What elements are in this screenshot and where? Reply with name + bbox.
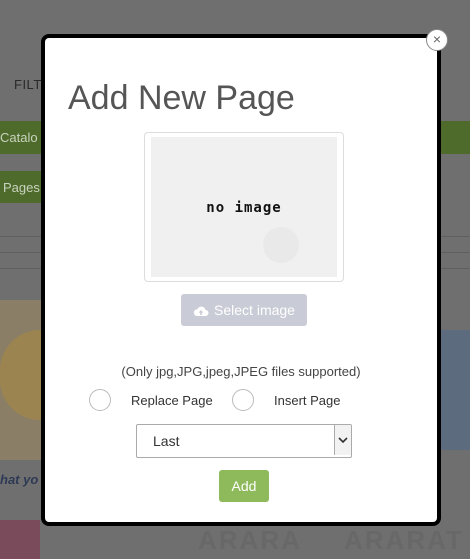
background-artwork-bottom	[0, 520, 40, 559]
supported-formats-note: (Only jpg,JPG,jpeg,JPEG files supported)	[121, 364, 361, 379]
placeholder-decoration	[263, 227, 299, 263]
background-green-button	[440, 121, 470, 154]
select-image-label: Select image	[214, 302, 295, 318]
close-icon[interactable]: ×	[426, 29, 448, 51]
replace-page-radio[interactable]	[89, 389, 111, 411]
add-page-modal: Add New Page no image Select image (Only…	[41, 34, 441, 526]
image-preview: no image	[144, 132, 344, 282]
brand-watermark: ARARA	[198, 525, 302, 555]
modal-title: Add New Page	[68, 79, 295, 117]
image-placeholder: no image	[151, 137, 337, 277]
chevron-down-icon[interactable]	[334, 425, 351, 455]
page-position-select[interactable]: Last	[136, 424, 352, 458]
select-image-button[interactable]: Select image	[181, 294, 307, 326]
background-artwork	[437, 330, 470, 450]
pages-tab-label: Pages	[3, 180, 40, 195]
brand-watermark: ARARAT	[344, 525, 464, 555]
add-button[interactable]: Add	[219, 470, 269, 502]
filters-label: FILT	[14, 77, 42, 92]
insert-page-label: Insert Page	[274, 393, 341, 408]
catalog-tab-label: Catalo	[0, 130, 38, 145]
cloud-upload-icon	[193, 304, 209, 316]
page-position-value: Last	[153, 433, 180, 449]
page-mode-options: Replace Page Insert Page	[45, 389, 437, 415]
background-text: hat yo	[0, 472, 39, 487]
replace-page-label: Replace Page	[131, 393, 213, 408]
no-image-text: no image	[206, 200, 282, 216]
insert-page-radio[interactable]	[232, 389, 254, 411]
